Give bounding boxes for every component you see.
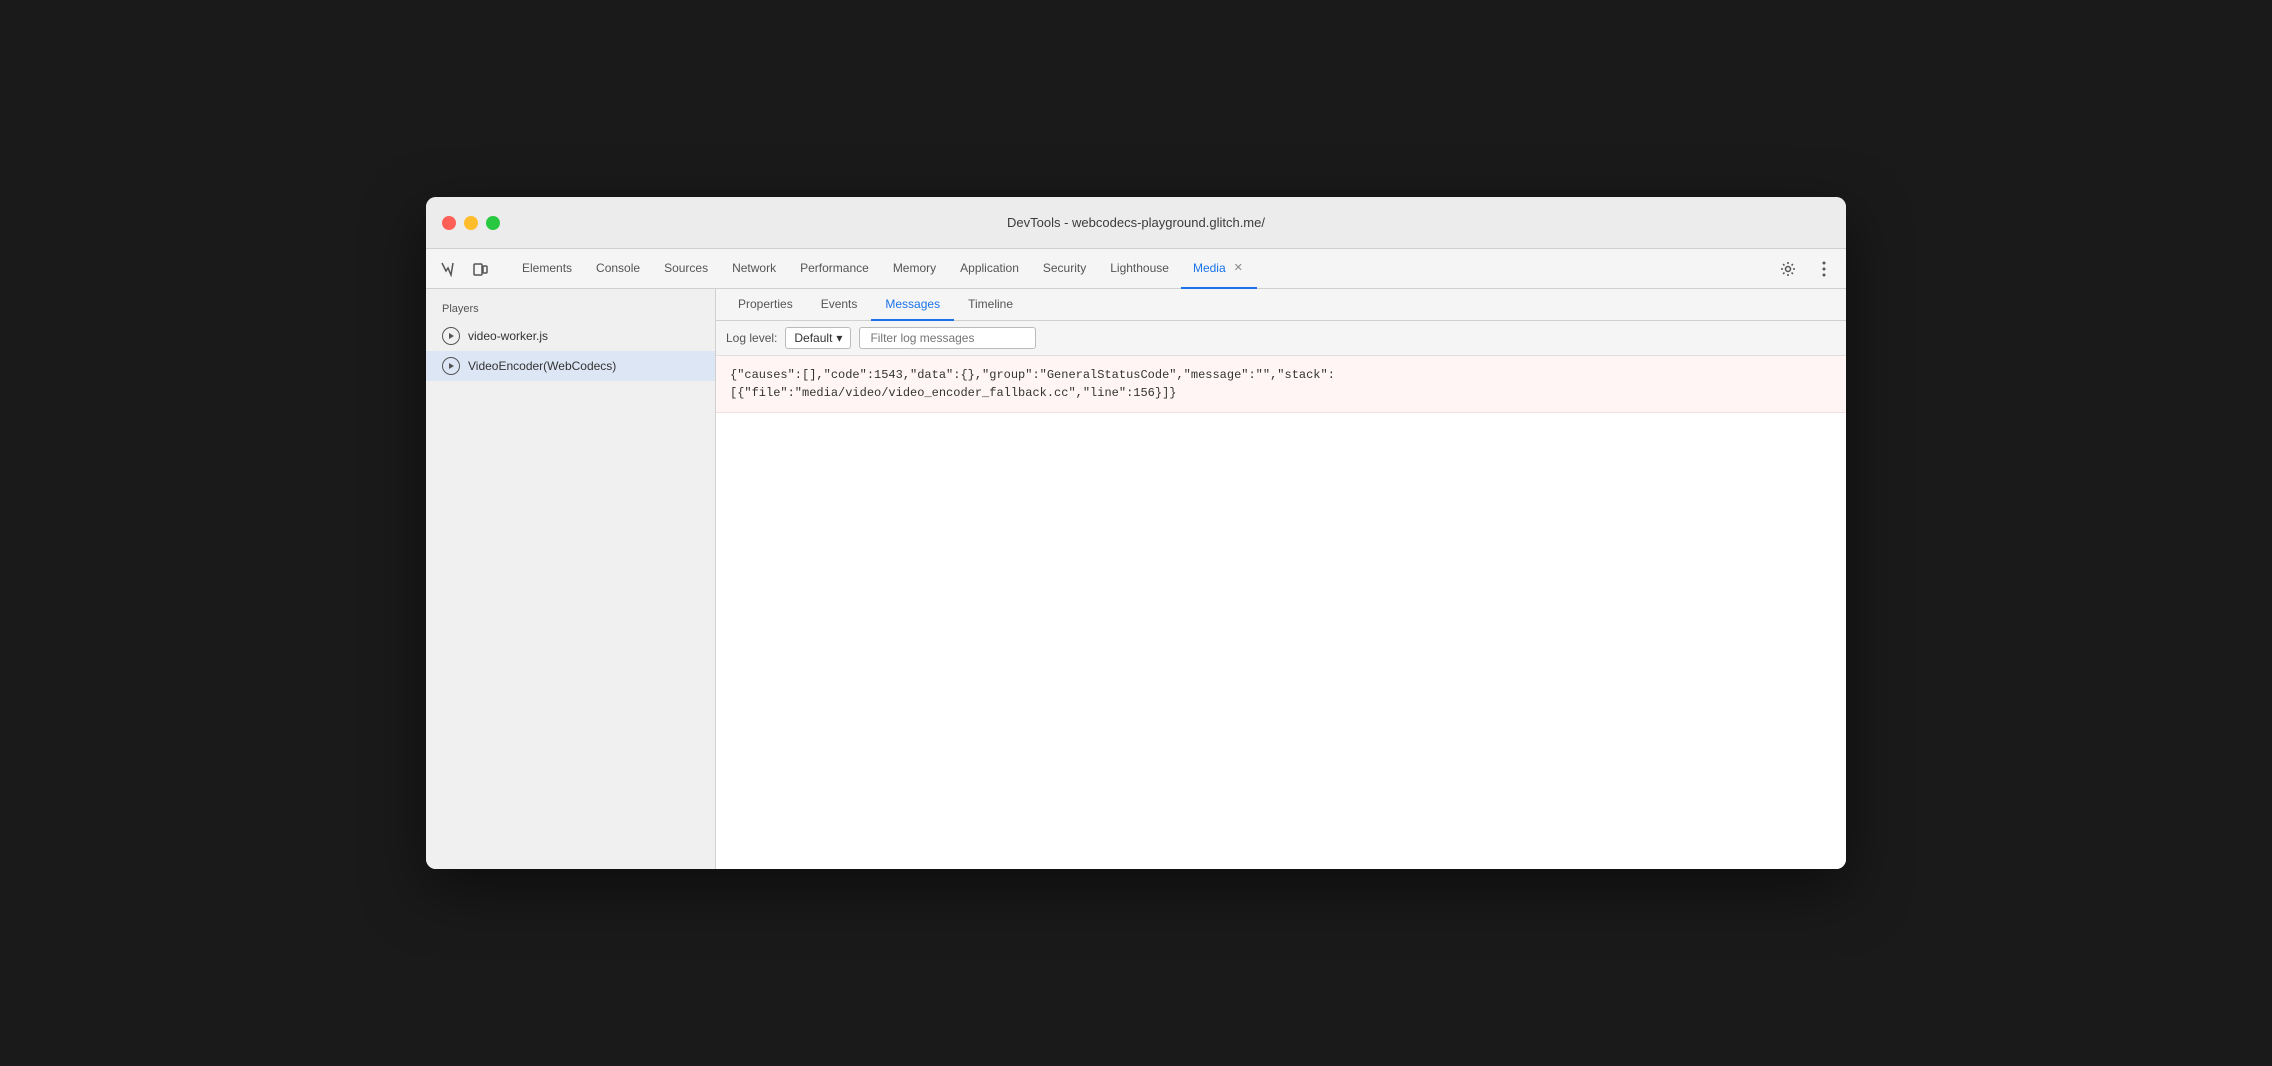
tab-media[interactable]: Media ✕ bbox=[1181, 249, 1257, 289]
tab-properties[interactable]: Properties bbox=[724, 289, 807, 321]
maximize-button[interactable] bbox=[486, 216, 500, 230]
title-bar: DevTools - webcodecs-playground.glitch.m… bbox=[426, 197, 1846, 249]
filter-input[interactable] bbox=[859, 327, 1036, 349]
tab-events[interactable]: Events bbox=[807, 289, 872, 321]
tab-timeline[interactable]: Timeline bbox=[954, 289, 1027, 321]
tab-elements[interactable]: Elements bbox=[510, 249, 584, 289]
log-level-label: Log level: bbox=[726, 331, 777, 345]
devtools-body: Players video-worker.js VideoEncoder(Web… bbox=[426, 289, 1846, 869]
tab-performance[interactable]: Performance bbox=[788, 249, 881, 289]
device-toggle-icon[interactable] bbox=[466, 255, 494, 283]
player-icon-video-worker bbox=[442, 327, 460, 345]
log-level-select[interactable]: Default ▾ bbox=[785, 327, 851, 349]
player-label-video-worker: video-worker.js bbox=[468, 329, 548, 343]
main-toolbar: Elements Console Sources Network Perform… bbox=[426, 249, 1846, 289]
close-button[interactable] bbox=[442, 216, 456, 230]
tab-lighthouse[interactable]: Lighthouse bbox=[1098, 249, 1181, 289]
tab-messages[interactable]: Messages bbox=[871, 289, 954, 321]
settings-icon[interactable] bbox=[1774, 255, 1802, 283]
dropdown-arrow-icon: ▾ bbox=[836, 331, 842, 345]
messages-area: {"causes":[],"code":1543,"data":{},"grou… bbox=[716, 356, 1846, 869]
traffic-lights bbox=[442, 216, 500, 230]
sidebar-header: Players bbox=[426, 297, 715, 321]
player-item-video-encoder[interactable]: VideoEncoder(WebCodecs) bbox=[426, 351, 715, 381]
inspect-icon[interactable] bbox=[434, 255, 462, 283]
main-content: Properties Events Messages Timeline Log … bbox=[716, 289, 1846, 869]
tab-sources[interactable]: Sources bbox=[652, 249, 720, 289]
message-text: {"causes":[],"code":1543,"data":{},"grou… bbox=[730, 368, 1335, 400]
tab-security[interactable]: Security bbox=[1031, 249, 1098, 289]
tab-console[interactable]: Console bbox=[584, 249, 652, 289]
player-item-video-worker[interactable]: video-worker.js bbox=[426, 321, 715, 351]
tab-media-close[interactable]: ✕ bbox=[1232, 259, 1245, 276]
sidebar: Players video-worker.js VideoEncoder(Web… bbox=[426, 289, 716, 869]
toolbar-right bbox=[1774, 255, 1838, 283]
tab-navigation: Elements Console Sources Network Perform… bbox=[510, 249, 1770, 289]
tab-memory[interactable]: Memory bbox=[881, 249, 948, 289]
tab-network[interactable]: Network bbox=[720, 249, 788, 289]
player-label-video-encoder: VideoEncoder(WebCodecs) bbox=[468, 359, 616, 373]
tab-application[interactable]: Application bbox=[948, 249, 1031, 289]
player-icon-video-encoder bbox=[442, 357, 460, 375]
filter-bar: Log level: Default ▾ bbox=[716, 321, 1846, 356]
more-options-icon[interactable] bbox=[1810, 255, 1838, 283]
sub-tab-bar: Properties Events Messages Timeline bbox=[716, 289, 1846, 321]
minimize-button[interactable] bbox=[464, 216, 478, 230]
devtools-window: DevTools - webcodecs-playground.glitch.m… bbox=[426, 197, 1846, 869]
message-row: {"causes":[],"code":1543,"data":{},"grou… bbox=[716, 356, 1846, 413]
toolbar-icons bbox=[434, 255, 494, 283]
window-title: DevTools - webcodecs-playground.glitch.m… bbox=[1007, 215, 1265, 230]
